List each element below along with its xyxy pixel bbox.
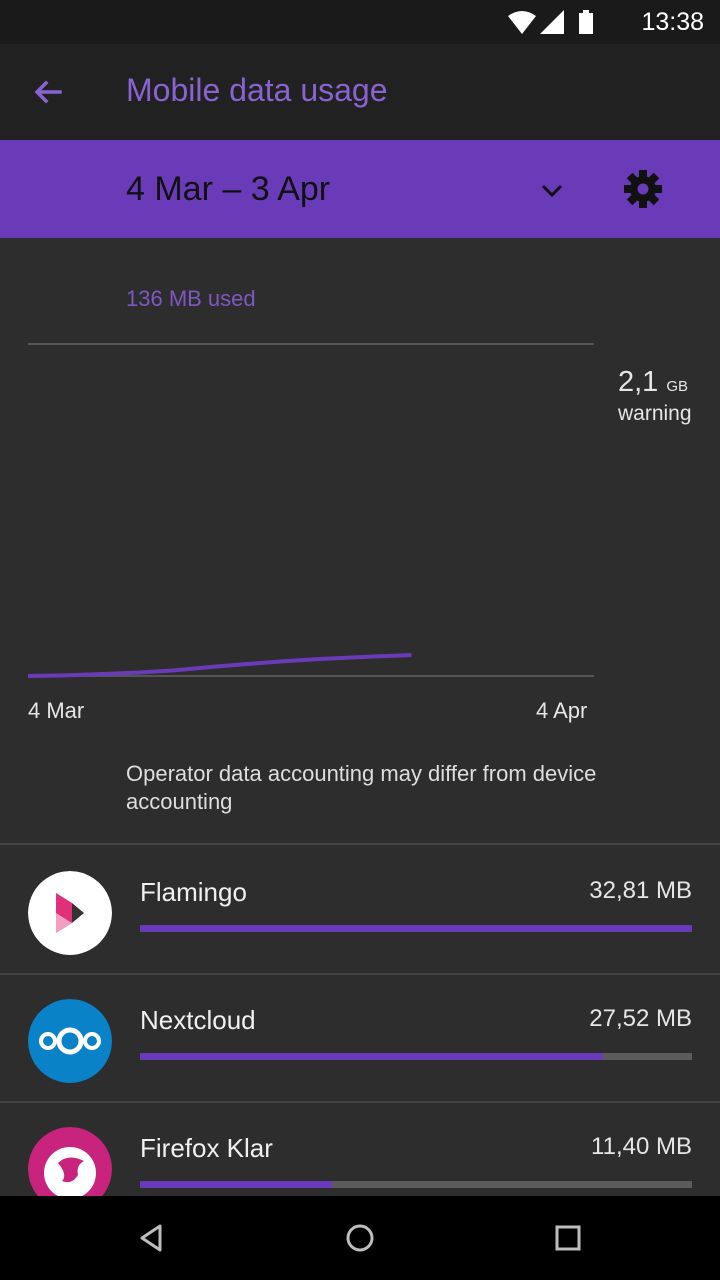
app-usage-row-nextcloud[interactable]: Nextcloud 27,52 MB <box>0 975 720 1101</box>
status-time: 13:38 <box>641 8 704 36</box>
warning-value: 2,1 <box>618 366 659 398</box>
signal-icon <box>540 10 564 34</box>
warning-threshold: 2,1 GB <box>618 366 688 399</box>
usage-progress-fill <box>140 1181 332 1188</box>
warning-unit: GB <box>666 378 689 395</box>
app-usage-row-flamingo[interactable]: Flamingo 32,81 MB <box>0 847 720 973</box>
battery-icon <box>579 10 593 34</box>
x-axis-start-label: 4 Mar <box>28 698 85 723</box>
chevron-down-icon[interactable] <box>536 174 568 206</box>
x-axis-end-label: 4 Apr <box>536 698 588 723</box>
nav-recents-icon[interactable] <box>550 1220 586 1256</box>
nav-home-icon[interactable] <box>342 1220 378 1256</box>
status-bar: 13:38 <box>0 0 720 44</box>
flamingo-icon <box>28 871 112 955</box>
app-name: Flamingo <box>140 877 247 907</box>
gear-icon[interactable] <box>622 168 664 210</box>
billing-cycle-bar: 4 Mar – 3 Apr <box>0 140 720 238</box>
usage-progress-track <box>140 1181 692 1188</box>
operator-disclaimer: Operator data accounting may differ from… <box>126 761 597 814</box>
arrow-back-icon[interactable] <box>28 72 68 112</box>
page-title: Mobile data usage <box>126 72 388 108</box>
status-icons <box>506 8 630 36</box>
nextcloud-icon <box>28 999 112 1083</box>
usage-progress-track <box>140 1053 692 1060</box>
cycle-range-selector[interactable]: 4 Mar – 3 Apr <box>126 170 330 209</box>
usage-progress-fill <box>140 1053 604 1060</box>
section-divider <box>0 843 720 845</box>
nav-back-icon[interactable] <box>134 1220 170 1256</box>
app-bar: Mobile data usage <box>0 44 720 140</box>
data-used-label: 136 MB used <box>126 286 256 311</box>
usage-progress-track <box>140 925 692 932</box>
usage-progress-fill <box>140 925 692 932</box>
usage-series-line <box>27 653 412 678</box>
app-name: Firefox Klar <box>140 1133 273 1163</box>
app-data-size: 11,40 MB <box>591 1133 692 1160</box>
app-name: Nextcloud <box>140 1005 256 1035</box>
usage-chart <box>27 343 594 678</box>
wifi-icon <box>508 11 536 34</box>
system-nav-bar <box>0 1196 720 1280</box>
app-data-size: 32,81 MB <box>589 877 692 904</box>
warning-label: warning <box>618 402 692 425</box>
app-data-size: 27,52 MB <box>589 1005 692 1032</box>
